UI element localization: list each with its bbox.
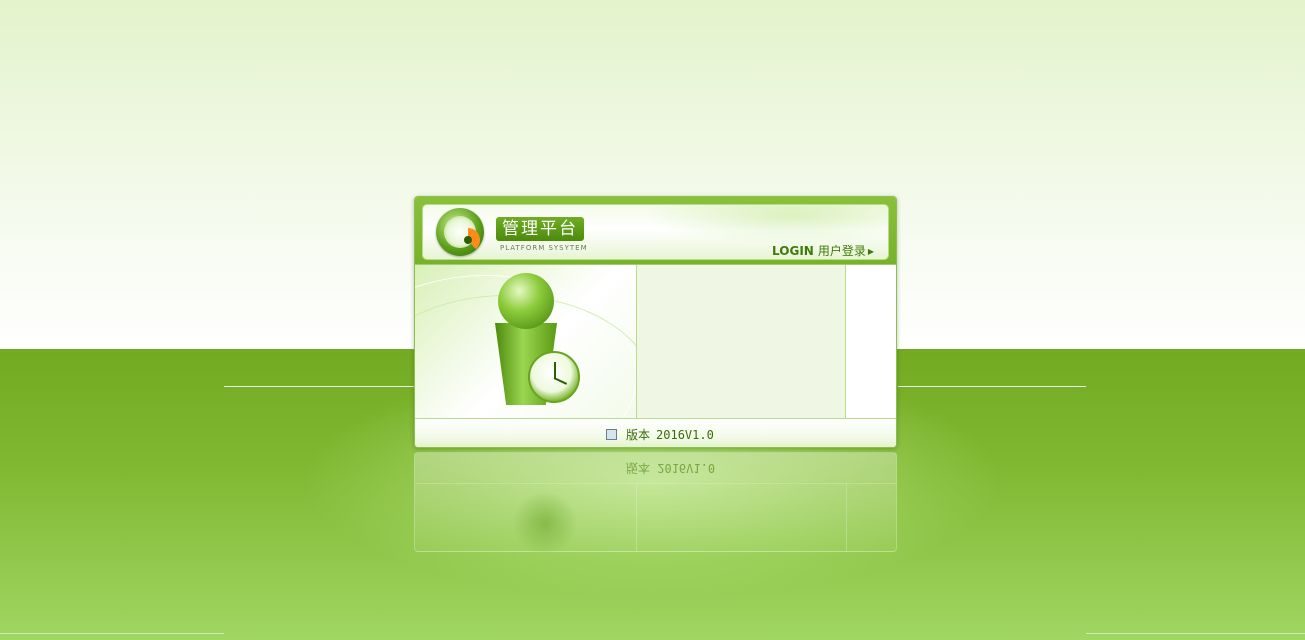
divider-line-bottom-right [1086, 633, 1305, 634]
panel-reflection: 版本 2016V1.0 [414, 452, 897, 552]
header-inner: 管理平台 PLATFORM SYSYTEM LOGIN 用户登录 ▶ [422, 204, 889, 260]
gauge-logo-icon [436, 208, 484, 256]
user-login-link[interactable]: LOGIN 用户登录 ▶ [772, 242, 874, 259]
login-en-label: LOGIN [772, 244, 814, 258]
login-cn-label: 用户登录 [817, 244, 866, 258]
clock-icon [528, 351, 580, 403]
version-value: 2016V1.0 [656, 428, 714, 442]
divider-line-right [898, 386, 1086, 387]
person-head [498, 273, 554, 329]
reflection-version-value: 2016V1.0 [657, 461, 716, 475]
divider-line-left [224, 386, 414, 387]
divider-line-bottom-left [0, 633, 224, 634]
play-arrow-icon: ▶ [867, 247, 874, 256]
login-form-area [636, 265, 846, 418]
side-pane [846, 265, 896, 418]
panel-header: 管理平台 PLATFORM SYSYTEM LOGIN 用户登录 ▶ [415, 197, 896, 264]
app-title: 管理平台 [496, 217, 584, 241]
reflection-illustration [510, 493, 580, 552]
panel-footer: 版本 2016V1.0 [415, 418, 896, 447]
login-panel: 管理平台 PLATFORM SYSYTEM LOGIN 用户登录 ▶ 版本 2016V… [414, 196, 897, 448]
version-info: 版本 2016V1.0 [626, 426, 714, 443]
header-decoration [643, 205, 888, 245]
document-icon [606, 429, 617, 440]
panel-body [415, 264, 896, 418]
reflection-version-info: 版本 2016V1.0 [626, 460, 715, 477]
app-subtitle: PLATFORM SYSYTEM [500, 244, 588, 252]
illustration-pane [415, 265, 636, 418]
version-label: 版本 [626, 428, 651, 442]
reflection-version-label: 版本 [626, 461, 651, 475]
